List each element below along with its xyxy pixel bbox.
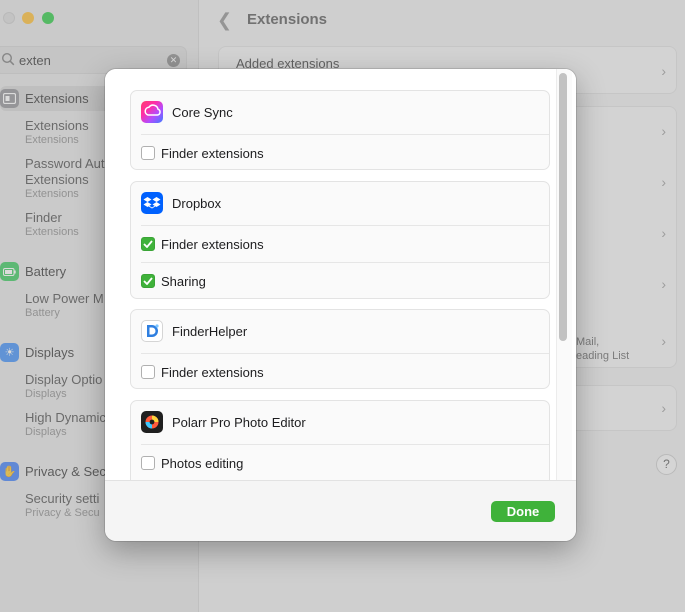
checkbox[interactable] <box>141 365 155 379</box>
option-sharing[interactable]: Sharing <box>141 273 206 289</box>
core-sync-icon <box>141 101 163 123</box>
app-group-finderhelper: FinderHelper Finder extensions <box>130 309 550 389</box>
app-group-polarr: Polarr Pro Photo Editor Photos editing <box>130 400 550 480</box>
option-finder-extensions[interactable]: Finder extensions <box>141 236 264 252</box>
done-button[interactable]: Done <box>491 501 555 522</box>
app-group-dropbox: Dropbox Finder extensions Sharing <box>130 181 550 299</box>
sheet-footer: Done <box>105 480 576 541</box>
divider <box>141 134 549 135</box>
app-header: Core Sync <box>141 101 233 123</box>
finderhelper-icon <box>141 320 163 342</box>
option-finder-extensions[interactable]: Finder extensions <box>141 364 264 380</box>
checkmark-icon <box>143 277 153 285</box>
app-group-core-sync: Core Sync Finder extensions <box>130 90 550 170</box>
polarr-icon <box>141 411 163 433</box>
scrollbar-thumb[interactable] <box>559 73 567 341</box>
divider <box>141 444 549 445</box>
app-header: Polarr Pro Photo Editor <box>141 411 306 433</box>
option-finder-extensions[interactable]: Finder extensions <box>141 145 264 161</box>
dropbox-icon <box>141 192 163 214</box>
divider <box>141 353 549 354</box>
app-header: FinderHelper <box>141 320 247 342</box>
checkmark-icon <box>143 240 153 248</box>
option-photos-editing[interactable]: Photos editing <box>141 455 243 471</box>
checkbox-checked[interactable] <box>141 237 155 251</box>
sheet-scroll-area: Core Sync Finder extensions Dropbox Find… <box>105 69 576 480</box>
divider <box>141 225 549 226</box>
finder-extensions-sheet: Core Sync Finder extensions Dropbox Find… <box>105 69 576 541</box>
checkbox-checked[interactable] <box>141 274 155 288</box>
app-header: Dropbox <box>141 192 221 214</box>
checkbox[interactable] <box>141 146 155 160</box>
checkbox[interactable] <box>141 456 155 470</box>
divider <box>141 262 549 263</box>
